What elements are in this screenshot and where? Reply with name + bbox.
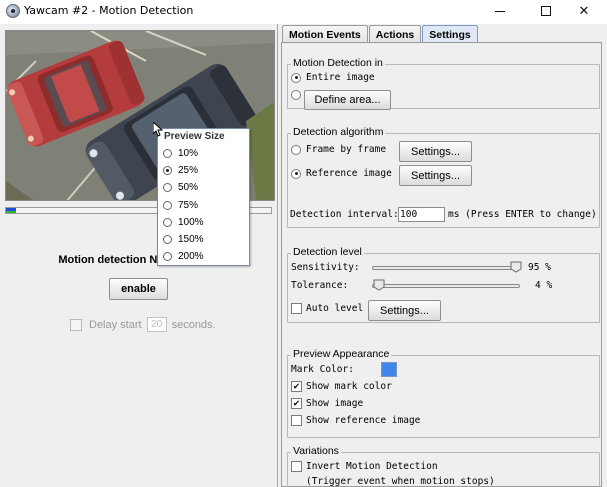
- preview-size-title: Preview Size: [164, 131, 225, 142]
- preview-size-option[interactable]: 150%: [163, 234, 204, 245]
- main-window: Motion detection NOT running. enable Del…: [0, 24, 607, 487]
- preview-size-option[interactable]: 10%: [163, 148, 198, 159]
- motion-detection-in-group: Motion Detection in Entire image Define …: [287, 57, 600, 110]
- radio-icon: [163, 235, 172, 244]
- yawcam-app-icon: [6, 4, 20, 18]
- reference-image-settings-button[interactable]: Settings...: [399, 165, 472, 186]
- detection-interval-input[interactable]: 100: [398, 207, 445, 222]
- preview-panel: Motion detection NOT running. enable Del…: [0, 24, 278, 487]
- delay-seconds-input[interactable]: 20: [146, 317, 167, 332]
- mouse-pointer-icon: [153, 122, 163, 137]
- tab-actions[interactable]: Actions: [368, 25, 422, 43]
- delay-start-label: Delay start: [89, 318, 142, 331]
- entire-image-option[interactable]: Entire image: [291, 72, 375, 83]
- maximize-icon: [541, 6, 551, 16]
- mark-color-swatch[interactable]: [381, 362, 397, 377]
- radio-icon: [163, 252, 172, 261]
- preview-size-option[interactable]: 200%: [163, 251, 204, 262]
- radio-icon: [163, 149, 172, 158]
- checkbox-icon: [291, 461, 302, 472]
- minimize-button[interactable]: [477, 0, 523, 22]
- delay-start-row: Delay start 20 seconds.: [70, 317, 216, 332]
- radio-icon: [163, 218, 172, 227]
- radio-selected-icon: [291, 168, 301, 179]
- settings-panel: Motion Events Actions Settings Motion De…: [279, 24, 607, 487]
- preview-size-option[interactable]: 50%: [163, 182, 198, 193]
- preview-size-menu: Preview Size 10% 25% 50% 75% 100% 150% 2…: [157, 128, 250, 266]
- frame-by-frame-option[interactable]: Frame by frame: [291, 144, 386, 155]
- invert-motion-detection-option[interactable]: Invert Motion Detection: [291, 461, 438, 472]
- window-title: Yawcam #2 - Motion Detection: [24, 4, 194, 17]
- checkbox-icon: [291, 303, 302, 314]
- radio-icon: [291, 144, 301, 155]
- radio-icon: [291, 90, 301, 100]
- level-fill-green: [6, 211, 16, 213]
- sensitivity-value: 95 %: [528, 262, 551, 273]
- tolerance-slider[interactable]: [372, 284, 520, 288]
- close-icon: ✕: [578, 3, 590, 19]
- show-mark-color-option[interactable]: ✔ Show mark color: [291, 381, 392, 392]
- minimize-icon: [495, 10, 505, 12]
- preview-size-option[interactable]: 100%: [163, 217, 204, 228]
- reference-image-option[interactable]: Reference image: [291, 168, 392, 179]
- invert-motion-detection-hint: (Trigger event when motion stops): [306, 476, 495, 487]
- detection-algorithm-group: Detection algorithm Frame by frame Setti…: [287, 126, 600, 228]
- group-title: Variations: [291, 445, 341, 457]
- sensitivity-slider[interactable]: [372, 266, 520, 270]
- detection-level-group: Detection level Sensitivity: 95 % Tolera…: [287, 246, 600, 323]
- group-title: Motion Detection in: [291, 57, 385, 69]
- radio-selected-icon: [163, 166, 172, 175]
- group-title: Detection algorithm: [291, 126, 386, 138]
- tab-bar: Motion Events Actions Settings: [282, 25, 479, 43]
- preview-size-option[interactable]: 75%: [163, 200, 198, 211]
- radio-icon: [163, 201, 172, 210]
- title-bar: Yawcam #2 - Motion Detection ✕: [0, 0, 607, 22]
- tolerance-slider-thumb[interactable]: [373, 279, 385, 291]
- detection-interval-label: Detection interval:: [290, 209, 399, 220]
- tolerance-label: Tolerance:: [291, 280, 349, 291]
- enable-button[interactable]: enable: [109, 278, 168, 300]
- delay-unit-label: seconds.: [171, 318, 216, 331]
- radio-icon: [163, 183, 172, 192]
- show-reference-image-option[interactable]: Show reference image: [291, 415, 420, 426]
- detection-interval-hint: ms (Press ENTER to change): [448, 209, 597, 220]
- preview-appearance-group: Preview Appearance Mark Color: ✔ Show ma…: [287, 348, 600, 438]
- preview-size-option[interactable]: 25%: [163, 165, 198, 176]
- frame-by-frame-settings-button[interactable]: Settings...: [399, 141, 472, 162]
- settings-tab-content: Motion Detection in Entire image Define …: [281, 42, 602, 487]
- define-area-button[interactable]: Define area...: [304, 90, 391, 110]
- group-title: Preview Appearance: [291, 348, 392, 360]
- checkbox-icon: [291, 415, 302, 426]
- tab-motion-events[interactable]: Motion Events: [282, 25, 368, 43]
- sensitivity-slider-thumb[interactable]: [510, 261, 522, 273]
- mark-color-label: Mark Color:: [291, 364, 354, 375]
- detection-level-settings-button[interactable]: Settings...: [368, 300, 441, 321]
- show-image-option[interactable]: ✔ Show image: [291, 398, 363, 409]
- checkbox-checked-icon: ✔: [291, 398, 302, 409]
- sensitivity-label: Sensitivity:: [291, 262, 360, 273]
- group-title: Detection level: [291, 246, 364, 258]
- variations-group: Variations Invert Motion Detection (Trig…: [287, 445, 600, 487]
- radio-selected-icon: [291, 72, 301, 83]
- auto-level-option[interactable]: Auto level: [291, 303, 363, 314]
- delay-start-checkbox[interactable]: [70, 318, 82, 331]
- tolerance-value: 4 %: [535, 280, 553, 291]
- close-button[interactable]: ✕: [561, 0, 607, 22]
- checkbox-checked-icon: ✔: [291, 381, 302, 392]
- tab-settings[interactable]: Settings: [422, 25, 478, 43]
